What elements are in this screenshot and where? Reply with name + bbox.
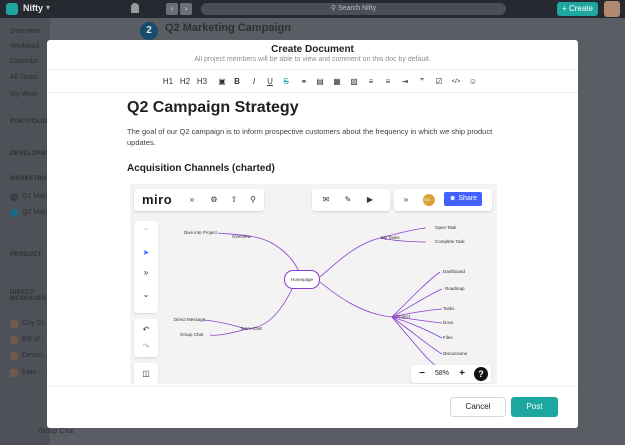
mindmap-node[interactable]: Roadmap (445, 286, 465, 291)
nifty-logo-icon[interactable] (6, 3, 18, 15)
modal-subtitle: All project members will be able to view… (194, 56, 431, 63)
sidebar-item-workload[interactable]: Workload (10, 43, 39, 50)
bold-button[interactable]: B (231, 76, 243, 88)
mindmap-node[interactable]: Complete Task (435, 239, 465, 244)
sidebar-item-overview[interactable]: Overview (10, 28, 39, 35)
document-paragraph[interactable]: The goal of our Q2 campaign is to inform… (127, 126, 507, 148)
link-icon[interactable]: ⚭ (298, 76, 310, 88)
dm-item[interactable]: Bill W... (22, 336, 45, 343)
image-icon[interactable]: ▤ (314, 76, 326, 88)
mindmap-node[interactable]: Tasks (443, 306, 455, 311)
cancel-button[interactable]: Cancel (450, 397, 506, 417)
document-heading[interactable]: Acquisition Channels (charted) (127, 163, 275, 174)
quote-button[interactable]: ” (416, 76, 428, 88)
mindmap-node[interactable]: Overview (232, 234, 251, 239)
heading3-button[interactable]: H3 (196, 76, 208, 88)
modal-footer: Cancel Post (47, 386, 578, 428)
workspace-name[interactable]: Nifty (23, 3, 43, 13)
mindmap-node[interactable]: Direct Message (174, 317, 205, 322)
sidebar-item-all-tasks[interactable]: All Tasks (10, 74, 38, 81)
document-title[interactable]: Q2 Campaign Strategy (127, 99, 299, 117)
back-icon[interactable]: ‹ (166, 3, 178, 15)
forward-icon[interactable]: › (180, 3, 192, 15)
code-button[interactable]: </> (450, 76, 462, 88)
mindmap-node[interactable]: Team Chat (240, 326, 262, 331)
zoom-in-button[interactable]: + (455, 367, 469, 381)
modal-title: Create Document (271, 44, 354, 55)
user-avatar[interactable] (604, 1, 620, 17)
mindmap-node[interactable]: Dashboard (443, 269, 465, 274)
heading2-button[interactable]: H2 (179, 76, 191, 88)
mindmap-node[interactable]: My Tasks (381, 235, 400, 240)
emoji-icon[interactable]: ☺ (467, 76, 479, 88)
mindmap-node[interactable]: Docs (443, 320, 453, 325)
dm-item[interactable]: Kate... (22, 369, 42, 376)
heading1-button[interactable]: H1 (162, 76, 174, 88)
numbered-list-icon[interactable]: ≡ (382, 76, 394, 88)
search-input[interactable]: ⚲ Search Nifty (201, 3, 506, 15)
dm-item[interactable]: Guy Cr... (22, 320, 50, 327)
mindmap-center-node[interactable]: Homepage (284, 270, 320, 289)
post-button[interactable]: Post (511, 397, 558, 417)
formatting-toolbar: H1 H2 H3 ▣ B I U S ⚭ ▤ ▦ ▧ ≡ ≡ ⇥ ” ☑ </>… (47, 69, 578, 93)
avatar (10, 369, 18, 377)
project-title[interactable]: Q2 Marketing Campaign (165, 22, 291, 34)
italic-button[interactable]: I (248, 76, 260, 88)
create-button[interactable]: + Create (557, 2, 598, 16)
strikethrough-button[interactable]: S (280, 76, 292, 88)
zoom-out-button[interactable]: − (415, 367, 429, 381)
create-document-modal: Create Document All project members will… (47, 40, 578, 428)
indent-icon[interactable]: ⇥ (399, 76, 411, 88)
project-dot-icon (10, 193, 18, 201)
zoom-controls: − 58% + ? (411, 365, 491, 383)
underline-button[interactable]: U (264, 76, 276, 88)
top-bar: Nifty ▾ ‹ › ⚲ Search Nifty + Create (0, 0, 625, 18)
mindmap-node[interactable]: Open Task (435, 225, 456, 230)
table-icon[interactable]: ▧ (348, 76, 360, 88)
section-portfolios[interactable]: PORTFOLIOS (10, 119, 52, 125)
miro-embed[interactable]: miro » ⚙ ⇧ ⚲ ✉ ✎ ▶ » SG ☻ Share ⌃ ➤ » ⌄ … (130, 184, 497, 384)
text-color-icon[interactable]: ▣ (216, 76, 228, 88)
sidebar: Overview Workload Calendar All Tasks My … (0, 18, 64, 445)
section-direct-messages[interactable]: DIRECT MESSAGES (10, 290, 50, 302)
dm-item[interactable]: Devon... (22, 352, 48, 359)
bell-icon[interactable] (131, 3, 139, 13)
mindmap-node[interactable]: Group Chat (180, 332, 203, 337)
mindmap-node[interactable]: Project (396, 314, 410, 319)
bullet-list-icon[interactable]: ≡ (365, 76, 377, 88)
sidebar-item-calendar[interactable]: Calendar (10, 58, 38, 65)
project-badge: 2 (140, 22, 158, 40)
section-marketing[interactable]: MARKETING (10, 176, 49, 182)
help-button[interactable]: ? (474, 367, 488, 381)
project-dot-icon (10, 209, 18, 217)
avatar (10, 320, 18, 328)
zoom-level: 58% (435, 370, 450, 377)
avatar (10, 352, 18, 360)
avatar (10, 336, 18, 344)
checklist-icon[interactable]: ☑ (433, 76, 445, 88)
chevron-down-icon[interactable]: ▾ (46, 3, 50, 12)
mindmap-node[interactable]: Files (443, 335, 453, 340)
group-chat-link[interactable]: Group Chat (38, 428, 74, 435)
section-product[interactable]: PRODUCT (10, 252, 42, 258)
embed-icon[interactable]: ▦ (331, 76, 343, 88)
sidebar-item-my-work[interactable]: My Work (10, 91, 37, 98)
mindmap-node[interactable]: Dive into Project (184, 230, 217, 235)
mindmap-node[interactable]: Discussions (443, 351, 467, 356)
